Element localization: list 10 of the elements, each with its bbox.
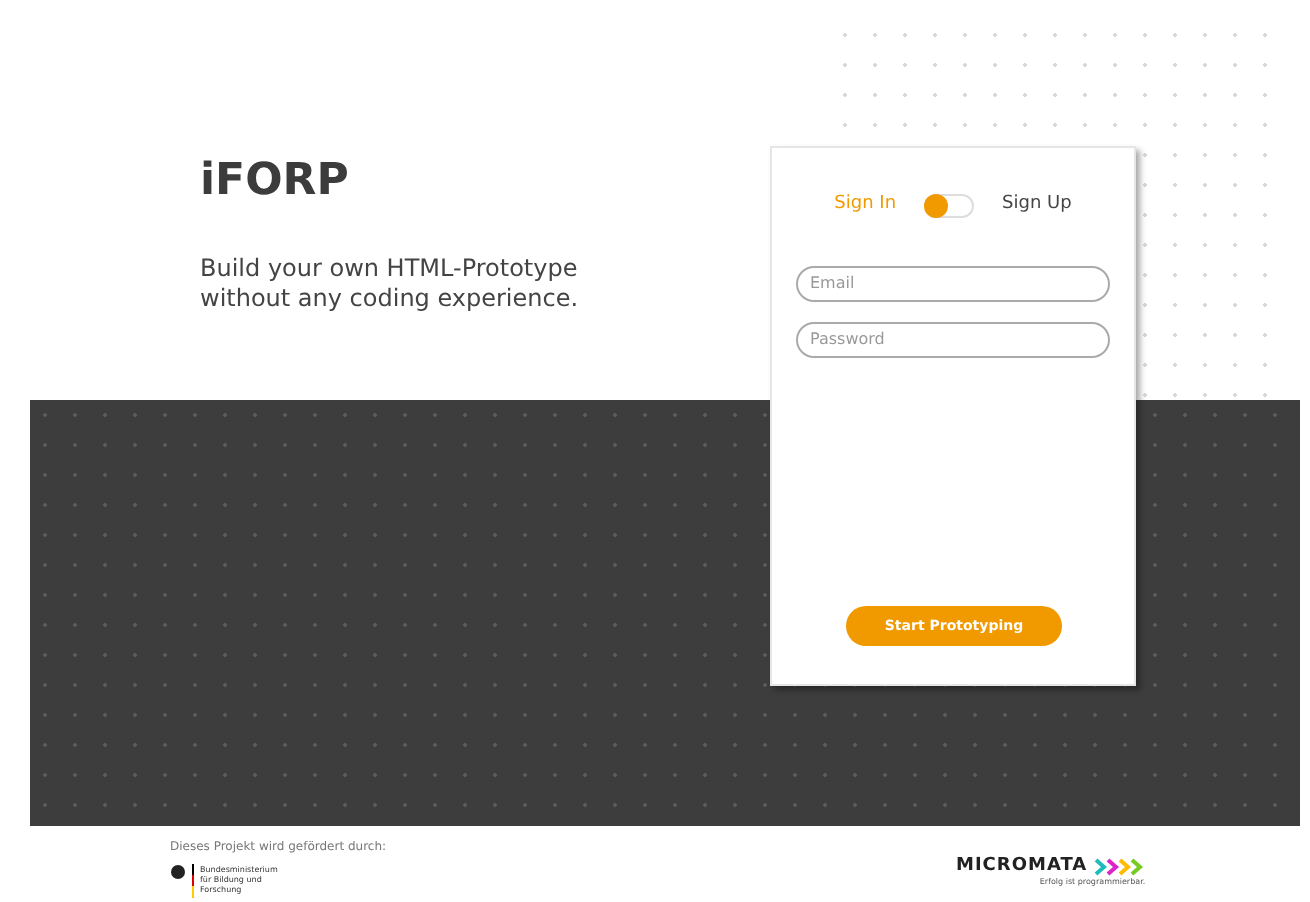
- company-logo-text: MICROMATA: [956, 856, 1088, 876]
- chevrons-icon: [1093, 857, 1146, 875]
- flag-stripe: [192, 864, 194, 898]
- tagline: Build your own HTML-Prototype without any coding experience.: [200, 254, 581, 314]
- app-title: iFORP: [200, 154, 349, 210]
- input-field[interactable]: Email: [796, 265, 1110, 301]
- sign-up-tab[interactable]: Sign Up: [1002, 192, 1072, 219]
- sign-in-tab[interactable]: Sign In: [834, 192, 897, 219]
- input-field[interactable]: Password: [796, 321, 1110, 357]
- mode-toggle[interactable]: [924, 193, 975, 218]
